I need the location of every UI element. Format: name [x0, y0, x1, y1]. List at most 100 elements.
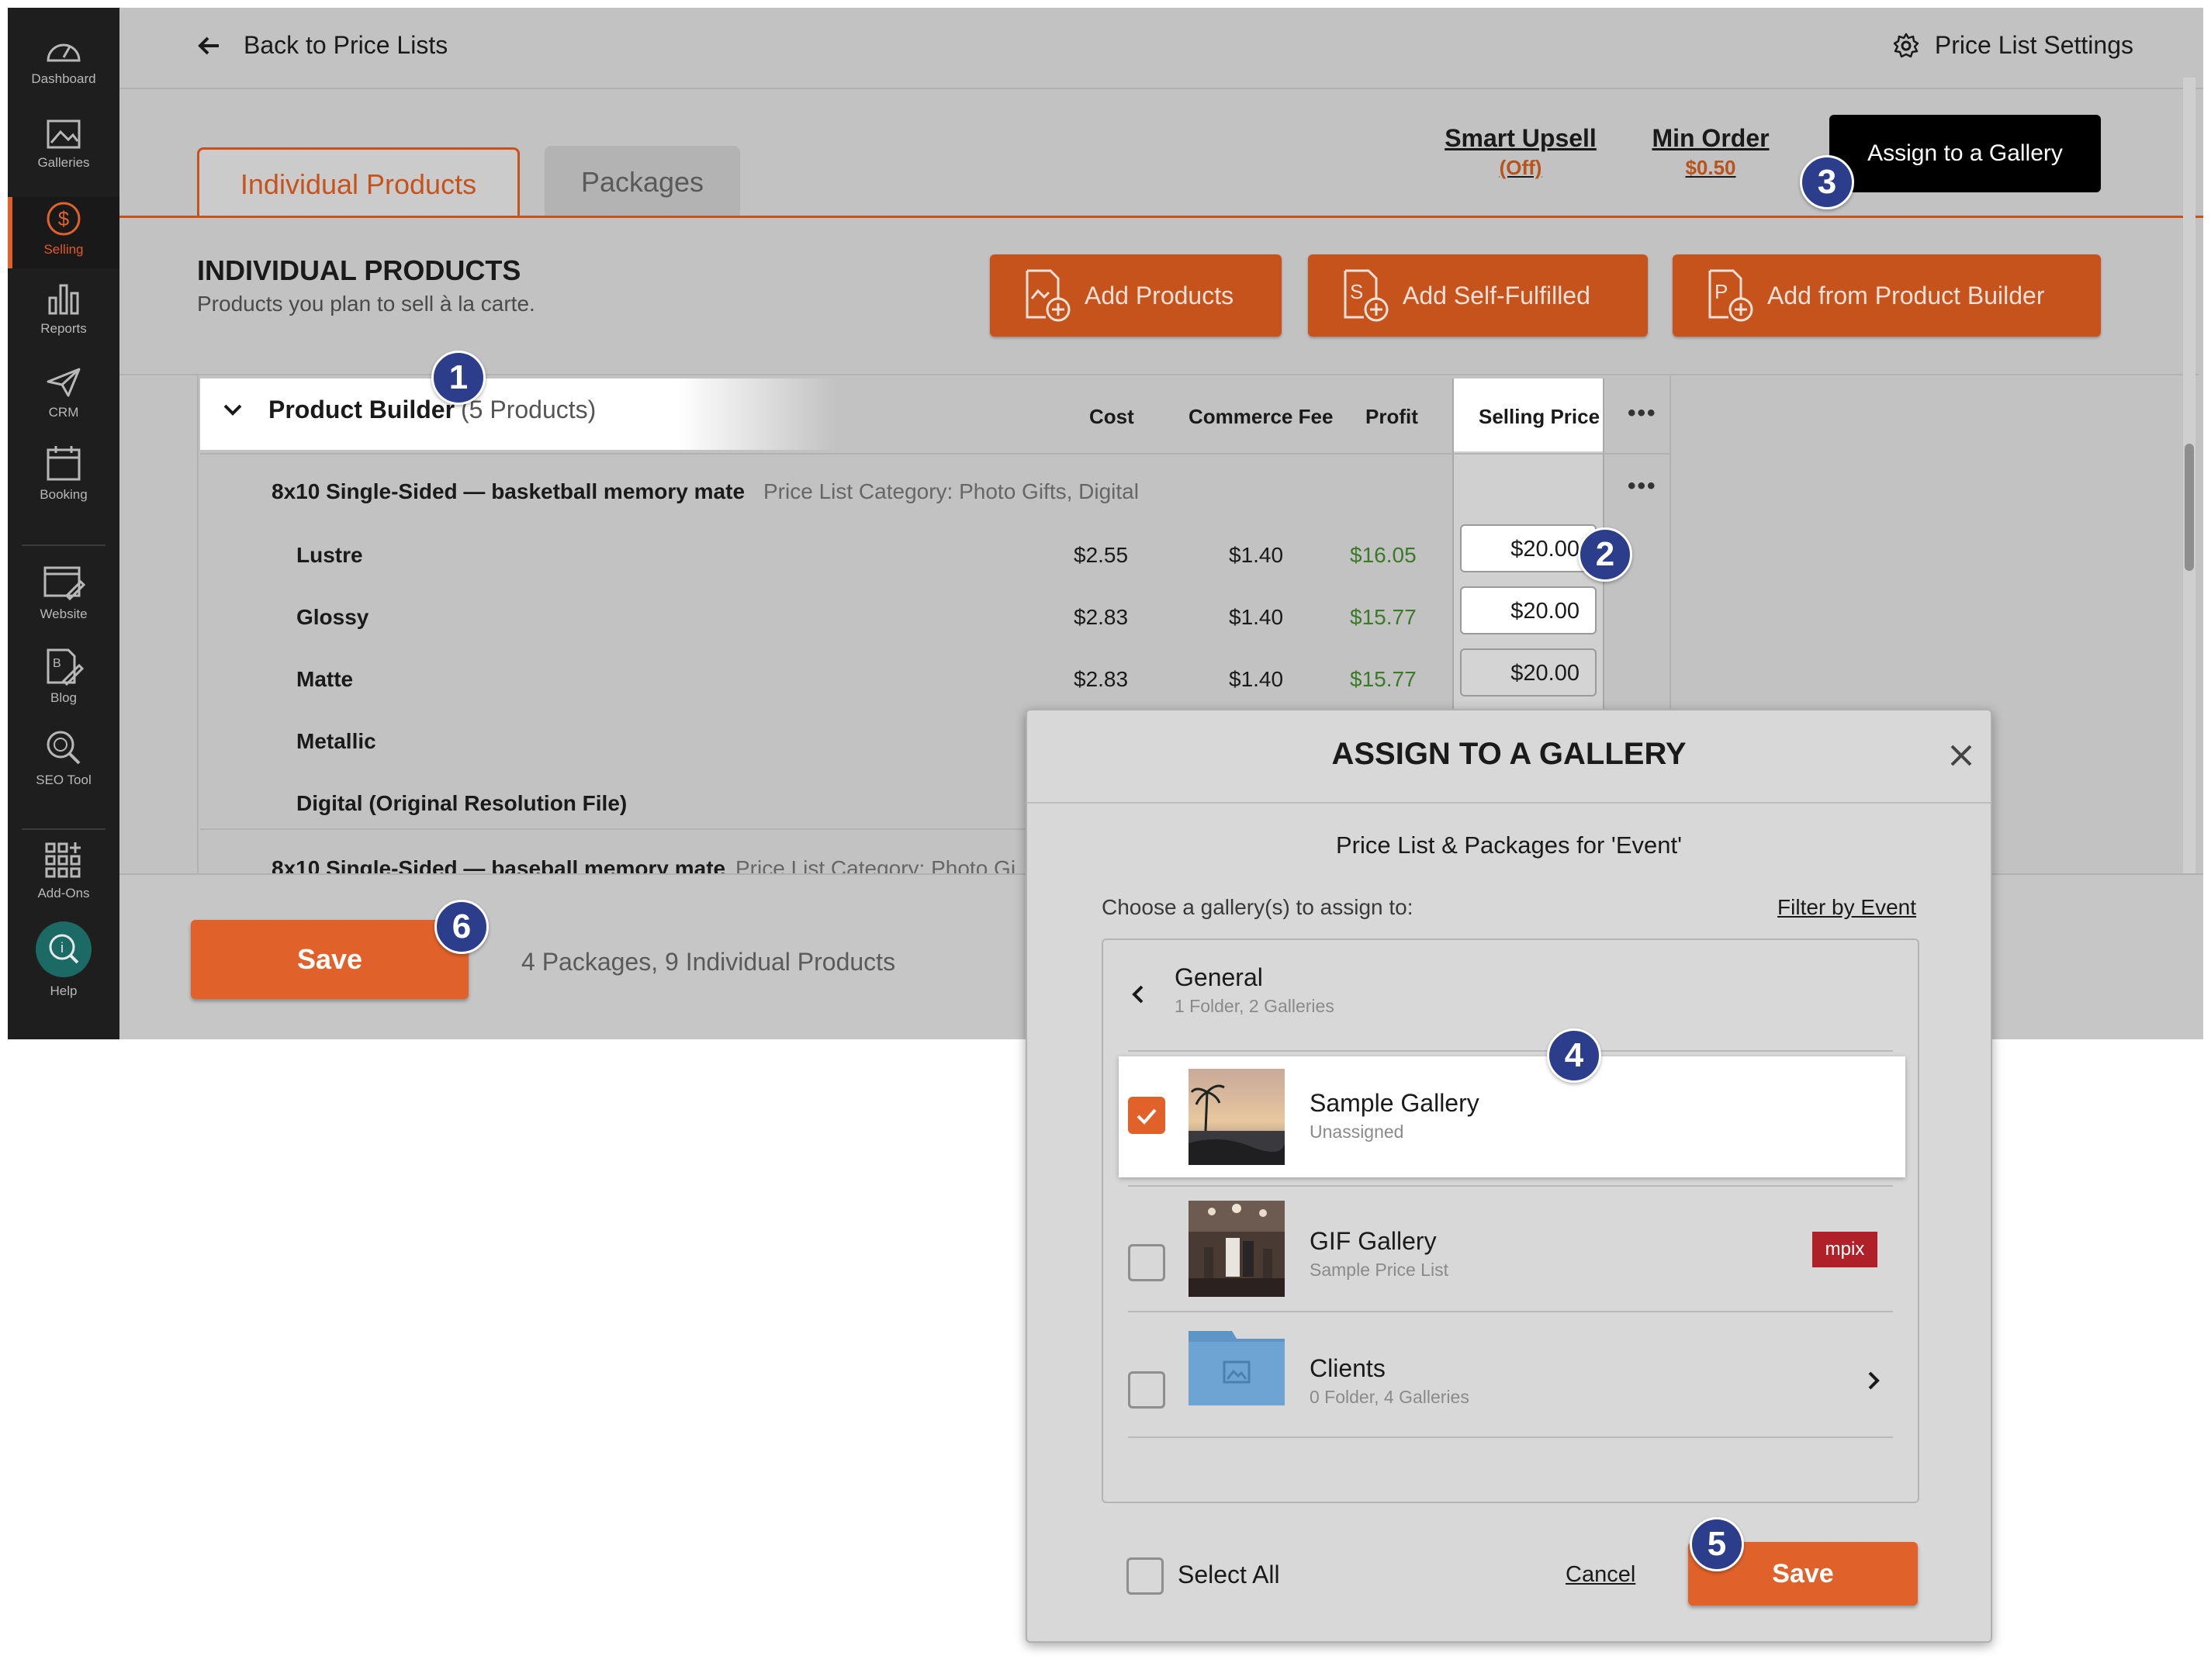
sidebar-item-crm[interactable]: CRM	[8, 365, 119, 442]
variant-profit: $15.77	[1350, 605, 1417, 629]
settings-label: Price List Settings	[1934, 31, 2133, 59]
price-input[interactable]: $20.00	[1460, 586, 1597, 634]
price-input[interactable]: $20.00	[1460, 648, 1597, 697]
sidebar-item-selling[interactable]: $ Selling	[8, 197, 119, 268]
group-row[interactable]: Product Builder (5 Products)	[222, 396, 596, 424]
top-bar: Back to Price Lists Price List Settings	[119, 8, 2203, 89]
smart-upsell-link[interactable]: Smart Upsell (Off)	[1427, 124, 1614, 180]
footer-summary: 4 Packages, 9 Individual Products	[521, 948, 896, 976]
self-fulfilled-icon: S	[1344, 269, 1389, 322]
folder-icon	[1189, 1331, 1285, 1405]
column-header-selling-price: Selling Price	[1479, 405, 1600, 428]
variant-fee: $1.40	[1229, 605, 1284, 629]
gallery-checkbox[interactable]	[1128, 1244, 1165, 1281]
sidebar-item-booking[interactable]: Booking	[8, 444, 119, 521]
column-header-profit: Profit	[1365, 405, 1418, 428]
sidebar-item-label: Dashboard	[31, 71, 96, 86]
step-badge-2: 2	[1578, 527, 1632, 582]
back-to-price-lists-link[interactable]: Back to Price Lists	[197, 31, 448, 60]
gallery-name: Sample Gallery	[1310, 1089, 1479, 1117]
sidebar-item-label: Booking	[40, 487, 88, 502]
close-icon[interactable]	[1949, 743, 1974, 768]
price-input[interactable]: $20.00	[1460, 524, 1597, 572]
sidebar-item-label: Add-Ons	[37, 886, 90, 900]
select-all-checkbox[interactable]	[1126, 1557, 1164, 1595]
chevron-down-icon[interactable]	[222, 403, 244, 418]
gallery-checkbox[interactable]	[1128, 1097, 1165, 1134]
variant-name: Metallic	[296, 729, 376, 753]
group-name: Product Builder	[268, 396, 455, 423]
bar-chart-icon	[48, 284, 79, 315]
sidebar-item-help[interactable]: i Help	[8, 920, 119, 1013]
add-from-builder-label: Add from Product Builder	[1767, 281, 2045, 309]
step-badge-5: 5	[1690, 1517, 1744, 1571]
select-all-label: Select All	[1178, 1561, 1280, 1588]
min-order-value: $0.50	[1685, 156, 1736, 179]
add-from-product-builder-button[interactable]: P Add from Product Builder	[1673, 254, 2101, 337]
help-icon: i	[36, 921, 92, 977]
check-icon	[1137, 1108, 1157, 1125]
gif-gallery-thumbnail	[1189, 1201, 1285, 1297]
save-button[interactable]: Save	[191, 920, 469, 999]
sidebar-item-reports[interactable]: Reports	[8, 281, 119, 358]
variant-cost: $2.83	[1074, 605, 1129, 629]
add-product-icon	[1026, 269, 1071, 322]
modal-title: ASSIGN TO A GALLERY	[1331, 737, 1687, 771]
modal-subtitle: Price List & Packages for 'Event'	[1335, 831, 1683, 859]
step-badge-6: 6	[434, 900, 489, 954]
gallery-row-sample[interactable]: Sample Gallery Unassigned	[1119, 1056, 1905, 1177]
step-badge-4: 4	[1547, 1028, 1601, 1083]
variant-fee: $1.40	[1229, 667, 1284, 691]
svg-text:$: $	[58, 207, 70, 230]
sidebar-item-website[interactable]: Website	[8, 563, 119, 641]
product-more-icon[interactable]: •••	[1628, 473, 1657, 500]
price-list-settings-link[interactable]: Price List Settings	[1893, 31, 2133, 60]
choose-label: Choose a gallery(s) to assign to:	[1102, 895, 1413, 919]
chevron-right-icon[interactable]	[1867, 1370, 1882, 1391]
lab-badge: mpix	[1812, 1232, 1877, 1267]
sidebar-item-label: Galleries	[37, 155, 90, 170]
folder-name: General	[1175, 963, 1263, 991]
sample-gallery-thumbnail	[1189, 1069, 1285, 1165]
sidebar-item-label: Blog	[50, 690, 78, 705]
assign-to-gallery-button[interactable]: Assign to a Gallery	[1829, 115, 2101, 192]
sidebar-item-label: Website	[40, 607, 88, 621]
variant-cost: $2.55	[1074, 543, 1129, 567]
website-icon	[43, 566, 85, 601]
gallery-status: Sample Price List	[1310, 1260, 1448, 1280]
step-badge-3: 3	[1800, 155, 1854, 209]
group-more-icon[interactable]: •••	[1628, 400, 1657, 427]
sidebar-item-dashboard[interactable]: Dashboard	[8, 33, 119, 110]
sidebar-item-add-ons[interactable]: Add-Ons	[8, 841, 119, 918]
svg-text:B: B	[53, 657, 61, 670]
dashboard-icon	[47, 43, 81, 62]
add-products-button[interactable]: Add Products	[990, 254, 1282, 337]
column-header-cost: Cost	[1089, 405, 1134, 428]
sidebar-item-label: CRM	[48, 405, 79, 420]
tab-underline	[119, 216, 2203, 218]
arrow-left-icon	[198, 36, 219, 54]
smart-upsell-value: (Off)	[1499, 156, 1542, 179]
min-order-link[interactable]: Min Order $0.50	[1637, 124, 1784, 180]
tab-packages[interactable]: Packages	[545, 146, 740, 216]
add-self-fulfilled-button[interactable]: S Add Self-Fulfilled	[1308, 254, 1648, 337]
tab-individual-products[interactable]: Individual Products	[197, 147, 520, 217]
gallery-name: Clients	[1310, 1354, 1386, 1382]
svg-text:S: S	[1350, 280, 1363, 303]
variant-name: Digital (Original Resolution File)	[296, 791, 628, 815]
cancel-link[interactable]: Cancel	[1566, 1562, 1635, 1588]
sidebar-item-blog[interactable]: B Blog	[8, 647, 119, 724]
min-order-label: Min Order	[1652, 124, 1770, 152]
variant-fee: $1.40	[1229, 543, 1284, 567]
sidebar: Dashboard Galleries $ Selling Reports CR…	[8, 8, 119, 1039]
gallery-checkbox[interactable]	[1128, 1371, 1165, 1409]
filter-by-event-link[interactable]: Filter by Event	[1777, 895, 1916, 920]
scrollbar-thumb[interactable]	[2185, 444, 2194, 571]
variant-name: Matte	[296, 667, 354, 691]
add-products-label: Add Products	[1085, 281, 1234, 309]
sidebar-item-label: Selling	[43, 242, 84, 257]
sidebar-item-seo-tool[interactable]: SEO Tool	[8, 728, 119, 805]
sidebar-item-galleries[interactable]: Galleries	[8, 115, 119, 192]
tab-label: Individual Products	[240, 168, 477, 200]
chevron-left-icon[interactable]	[1130, 983, 1145, 1005]
